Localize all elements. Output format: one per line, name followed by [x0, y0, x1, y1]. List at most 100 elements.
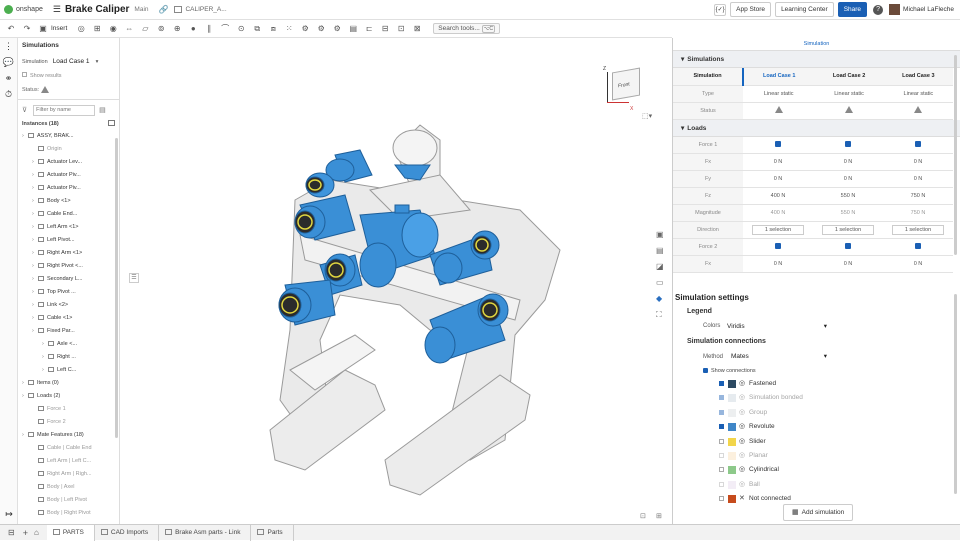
tree-item[interactable]: Body | Axel — [18, 481, 119, 494]
tree-item[interactable]: › Cable <1> — [18, 312, 119, 325]
connection-checkbox[interactable] — [719, 395, 724, 401]
connection-item[interactable]: ◎ Revolute — [675, 420, 960, 434]
load-case-3-header[interactable]: Load Case 3 — [883, 68, 953, 86]
document-title[interactable]: Brake Caliper — [65, 4, 129, 15]
tree-item[interactable]: › Fixed Par... — [18, 325, 119, 338]
tree-item[interactable]: › Actuator Piv... — [18, 182, 119, 195]
color-swatch[interactable] — [728, 451, 736, 460]
branch-label[interactable]: Main — [134, 6, 148, 13]
load-value-cell[interactable]: 0 N — [813, 255, 883, 273]
render-icon[interactable]: ◪ — [656, 262, 668, 278]
connection-checkbox[interactable] — [719, 452, 724, 458]
load-value-cell[interactable]: 0 N — [883, 170, 953, 188]
undo-icon[interactable]: ↶ — [6, 24, 16, 34]
add-simulation-button[interactable]: ▦ Add simulation — [783, 504, 854, 521]
menu-icon[interactable]: ☰ — [53, 4, 61, 15]
load-value-cell[interactable]: 0 N — [743, 170, 813, 188]
connection-item[interactable]: ◎ Planar — [675, 449, 960, 463]
gear-relation-icon[interactable]: ⚙ — [300, 24, 310, 34]
code-icon[interactable]: {✓} — [714, 3, 727, 16]
color-swatch[interactable] — [728, 423, 736, 432]
tree-item[interactable]: Origin — [18, 143, 119, 156]
direction-cell[interactable]: 1 selection — [883, 221, 953, 239]
simulation-icon[interactable]: ⏱ — [0, 86, 17, 102]
tree-item[interactable]: Body | Left Pivot — [18, 494, 119, 507]
checkbox[interactable] — [845, 243, 851, 249]
checkbox[interactable] — [915, 243, 921, 249]
load-value-cell[interactable]: 750 N — [883, 204, 953, 222]
measure-icon[interactable]: ⊠ — [412, 24, 422, 34]
connection-checkbox[interactable] — [719, 424, 724, 430]
load-value-cell[interactable]: 400 N — [743, 187, 813, 205]
tree-item[interactable]: Right Arm | Righ... — [18, 468, 119, 481]
load-value-cell[interactable]: 550 N — [813, 187, 883, 205]
pattern-tool-icon[interactable]: ⁙ — [284, 24, 294, 34]
onshape-logo-icon[interactable] — [4, 5, 13, 14]
method-select[interactable]: Mates ▾ — [731, 349, 827, 365]
load-value-cell[interactable]: 0 N — [813, 170, 883, 188]
insert-button[interactable]: Insert — [51, 25, 67, 32]
connection-checkbox[interactable] — [719, 438, 724, 444]
colors-select[interactable]: Viridis ▾ — [727, 318, 827, 335]
connection-item[interactable]: ◎ Group — [675, 406, 960, 420]
user-name[interactable]: Michael LaFleche — [903, 6, 954, 13]
color-swatch[interactable] — [728, 408, 736, 417]
learning-center-button[interactable]: Learning Center — [775, 2, 834, 17]
tree-item[interactable]: › Loads (2) — [18, 390, 119, 403]
tree-item[interactable]: › Left Arm <1> — [18, 221, 119, 234]
cylindrical-tool-icon[interactable]: ⊚ — [156, 24, 166, 34]
load-value-cell[interactable]: 0 N — [743, 255, 813, 273]
connection-checkbox[interactable] — [719, 409, 724, 415]
tree-item[interactable]: › Axle <... — [18, 338, 119, 351]
tree-item[interactable]: › Right Pivot <... — [18, 260, 119, 273]
connection-checkbox[interactable] — [719, 381, 724, 386]
connection-item[interactable]: ◎ Ball — [675, 478, 960, 492]
connection-checkbox[interactable] — [719, 467, 724, 473]
connection-item[interactable]: ◎ Slider — [675, 435, 960, 449]
insert-icon[interactable]: ▣ — [38, 24, 48, 34]
tree-item[interactable]: › Right Arm <1> — [18, 247, 119, 260]
layers-icon[interactable]: ▤ — [656, 246, 668, 262]
show-results-toggle[interactable]: Show results — [18, 70, 119, 83]
share-button[interactable]: Share — [837, 2, 868, 17]
load-case-2-header[interactable]: Load Case 2 — [814, 68, 884, 86]
width-mate-icon[interactable]: ⊏ — [364, 24, 374, 34]
tree-item[interactable]: › Top Pivot ... — [18, 286, 119, 299]
parallel-tool-icon[interactable]: ∥ — [204, 24, 214, 34]
connection-checkbox[interactable] — [719, 496, 724, 502]
loads-section-header[interactable]: ▾ Loads — [673, 119, 960, 137]
selection-button[interactable]: 1 selection — [891, 225, 945, 235]
planar-tool-icon[interactable]: ▱ — [140, 24, 150, 34]
checkbox[interactable] — [775, 243, 781, 249]
linear-relation-icon[interactable]: ▤ — [348, 24, 358, 34]
tree-item[interactable]: › Body <1> — [18, 195, 119, 208]
filter-icon[interactable]: ⊽ — [22, 106, 27, 114]
comments-icon[interactable]: 💬 — [0, 54, 17, 70]
load-case-1-header[interactable]: Load Case 1 — [743, 68, 815, 86]
link-icon[interactable]: 🔗 — [159, 5, 169, 14]
tree-item[interactable]: › Actuator Piv... — [18, 169, 119, 182]
simulation-view-icon[interactable]: ◆ — [656, 294, 668, 310]
view-options-icon[interactable]: ⬚▾ — [642, 112, 652, 120]
color-swatch[interactable] — [728, 394, 736, 403]
replicate-tool-icon[interactable]: ⧈ — [268, 24, 278, 34]
load-checkbox-cell[interactable] — [743, 136, 813, 154]
collapse-icon[interactable]: ↦ — [0, 509, 18, 520]
tree-item[interactable]: Left Arm | Left C... — [18, 455, 119, 468]
home-icon[interactable]: ⌂ — [34, 528, 39, 537]
load-value-cell[interactable]: 0 N — [743, 153, 813, 171]
mate-tool-icon[interactable]: ◎ — [76, 24, 86, 34]
group-tool-icon[interactable]: ⧉ — [252, 24, 262, 34]
color-swatch[interactable] — [728, 495, 736, 504]
connection-item[interactable]: ◎ Fastened — [675, 377, 960, 391]
rack-pinion-icon[interactable]: ⚙ — [316, 24, 326, 34]
connection-checkbox[interactable] — [719, 481, 724, 487]
tree-item[interactable]: › Left Pivot... — [18, 234, 119, 247]
load-checkbox-cell[interactable] — [813, 136, 883, 154]
type-cell[interactable]: Linear static — [814, 85, 884, 103]
document-tab[interactable]: PARTS — [46, 524, 95, 541]
direction-cell[interactable]: 1 selection — [743, 221, 813, 239]
tab-manager-icon[interactable]: ⊟ — [8, 528, 15, 537]
logo-text[interactable]: onshape — [16, 6, 43, 13]
color-swatch[interactable] — [728, 380, 736, 388]
